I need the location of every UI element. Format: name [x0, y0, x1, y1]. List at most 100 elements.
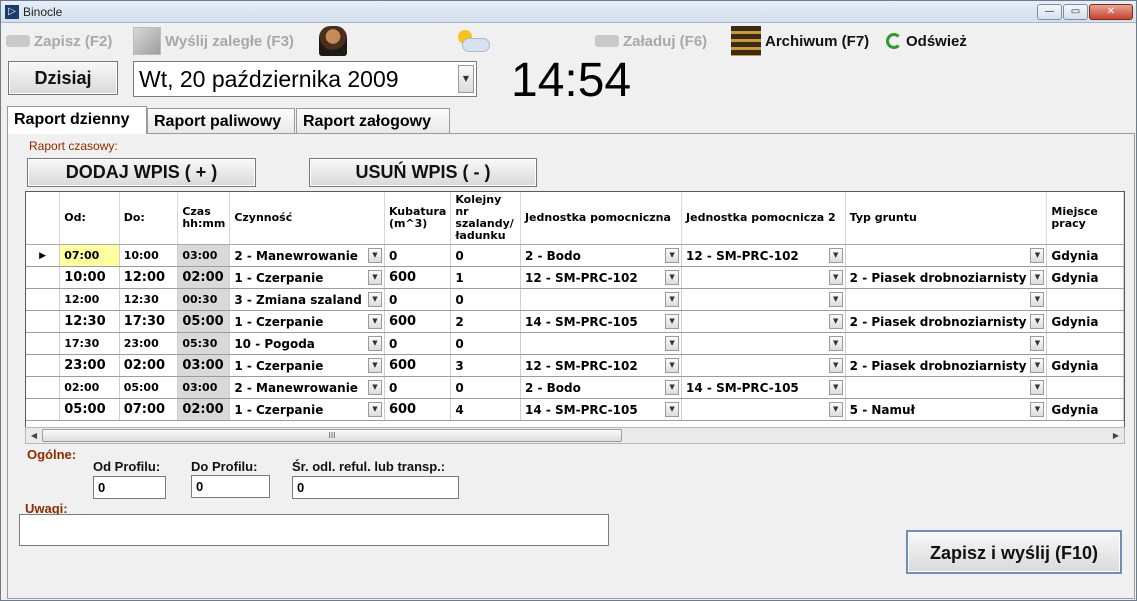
remove-entry-button[interactable]: USUŃ WPIS ( - ) [309, 158, 537, 187]
cell-od[interactable]: 05:00 [59, 398, 120, 421]
add-entry-button[interactable]: DODAJ WPIS ( + ) [27, 158, 256, 187]
chevron-down-icon[interactable]: ▼ [1030, 358, 1045, 373]
col-header-jednostka2[interactable]: Jednostka pomocnicza 2 [681, 192, 846, 245]
chevron-down-icon[interactable]: ▼ [1030, 292, 1045, 307]
cell-od[interactable]: 02:00 [59, 376, 120, 399]
do-profilu-input[interactable]: 0 [191, 475, 270, 498]
chevron-down-icon[interactable]: ▼ [367, 248, 382, 263]
col-header-kubatura[interactable]: Kubatura (m^3) [384, 192, 452, 245]
cell-typ[interactable]: 2 - Piasek drobnoziarnisty ▼ [845, 266, 1048, 289]
table-row[interactable]: 10:00 12:00 02:00 1 - Czerpanie ▼ 600 1 12 - SM… [26, 266, 1124, 289]
table-row[interactable]: 17:30 23:00 05:30 10 - Pogoda ▼ 0 0 ▼ ▼ ▼ [26, 332, 1124, 355]
cell-miejsce[interactable]: Gdynia [1046, 244, 1124, 267]
row-header[interactable] [26, 354, 61, 377]
user-avatar[interactable] [319, 24, 351, 58]
row-header[interactable] [26, 310, 61, 333]
cell-czynnosc[interactable]: 1 - Czerpanie ▼ [229, 354, 385, 377]
chevron-down-icon[interactable]: ▼ [828, 248, 843, 263]
cell-jedn2[interactable]: ▼ [681, 310, 846, 333]
cell-miejsce[interactable] [1046, 288, 1124, 311]
weather-button[interactable] [456, 24, 492, 58]
row-header[interactable] [26, 398, 61, 421]
chevron-down-icon[interactable]: ▼ [665, 292, 680, 307]
cell-jedn1[interactable]: ▼ [520, 288, 683, 311]
cell-kolejny[interactable]: 0 [450, 332, 521, 355]
cell-miejsce[interactable] [1046, 332, 1124, 355]
cell-kolejny[interactable]: 1 [450, 266, 521, 289]
cell-kubatura[interactable]: 0 [384, 288, 452, 311]
cell-miejsce[interactable]: Gdynia [1046, 266, 1124, 289]
chevron-down-icon[interactable]: ▼ [828, 270, 843, 285]
cell-kubatura[interactable]: 0 [384, 244, 452, 267]
cell-do[interactable]: 12:00 [119, 266, 179, 289]
cell-do[interactable]: 23:00 [119, 332, 179, 355]
tab-crew-report[interactable]: Raport załogowy [296, 108, 450, 134]
cell-typ[interactable]: 5 - Namuł ▼ [845, 398, 1048, 421]
chevron-down-icon[interactable]: ▼ [367, 358, 382, 373]
cell-kubatura[interactable]: 600 [384, 354, 452, 377]
chevron-down-icon[interactable]: ▼ [828, 380, 843, 395]
cell-miejsce[interactable]: Gdynia [1046, 354, 1124, 377]
chevron-down-icon[interactable]: ▼ [665, 380, 680, 395]
cell-od[interactable]: 17:30 [59, 332, 120, 355]
chevron-down-icon[interactable]: ▼ [1030, 336, 1045, 351]
cell-typ[interactable]: 2 - Piasek drobnoziarnisty ▼ [845, 354, 1048, 377]
chevron-down-icon[interactable]: ▼ [1030, 270, 1045, 285]
cell-kolejny[interactable]: 0 [450, 288, 521, 311]
table-row[interactable]: 12:00 12:30 00:30 3 - Zmiana szaland ▼ 0 0 ▼ ▼ ▼ [26, 288, 1124, 311]
chevron-down-icon[interactable]: ▼ [1030, 314, 1045, 329]
chevron-down-icon[interactable]: ▼ [367, 314, 382, 329]
cell-czas[interactable]: 00:30 [177, 288, 231, 311]
cell-jedn1[interactable]: ▼ [520, 332, 683, 355]
cell-kolejny[interactable]: 2 [450, 310, 521, 333]
cell-jedn1[interactable]: 14 - SM-PRC-105 ▼ [520, 398, 683, 421]
cell-do[interactable]: 17:30 [119, 310, 179, 333]
cell-jedn2[interactable]: ▼ [681, 354, 846, 377]
chevron-down-icon[interactable]: ▼ [828, 292, 843, 307]
date-picker[interactable]: Wt, 20 października 2009 ▼ [133, 61, 477, 97]
cell-do[interactable]: 02:00 [119, 354, 179, 377]
chevron-down-icon[interactable]: ▼ [367, 336, 382, 351]
save-and-send-button[interactable]: Zapisz i wyślij (F10) [906, 530, 1122, 574]
row-header[interactable] [26, 332, 61, 355]
cell-kubatura[interactable]: 0 [384, 376, 452, 399]
cell-jedn2[interactable]: ▼ [681, 266, 846, 289]
cell-czynnosc[interactable]: 1 - Czerpanie ▼ [229, 310, 385, 333]
close-button[interactable]: ✕ [1089, 4, 1133, 20]
chevron-down-icon[interactable]: ▼ [828, 336, 843, 351]
minimize-button[interactable]: — [1037, 4, 1062, 20]
chevron-down-icon[interactable]: ▼ [367, 380, 382, 395]
col-header-od[interactable]: Od: [59, 192, 120, 245]
sr-odl-input[interactable]: 0 [292, 476, 459, 499]
title-bar[interactable]: ▷ Binocle — ▭ ✕ [1, 1, 1136, 23]
cell-typ[interactable]: 2 - Piasek drobnoziarnisty ▼ [845, 310, 1048, 333]
table-row[interactable]: 23:00 02:00 03:00 1 - Czerpanie ▼ 600 3 12 - SM… [26, 354, 1124, 377]
cell-czynnosc[interactable]: 3 - Zmiana szaland ▼ [229, 288, 385, 311]
chevron-down-icon[interactable]: ▼ [828, 314, 843, 329]
cell-kubatura[interactable]: 0 [384, 332, 452, 355]
chevron-down-icon[interactable]: ▼ [367, 292, 382, 307]
cell-czas[interactable]: 02:00 [177, 266, 231, 289]
row-header[interactable] [26, 376, 61, 399]
cell-jedn2[interactable]: ▼ [681, 398, 846, 421]
col-header-miejsce[interactable]: Miejsce pracy [1046, 192, 1124, 245]
cell-miejsce[interactable] [1046, 376, 1124, 399]
today-button[interactable]: Dzisiaj [8, 61, 118, 95]
cell-czas[interactable]: 02:00 [177, 398, 231, 421]
chevron-down-icon[interactable]: ▼ [665, 402, 680, 417]
cell-czynnosc[interactable]: 1 - Czerpanie ▼ [229, 266, 385, 289]
chevron-down-icon[interactable]: ▼ [665, 336, 680, 351]
row-header[interactable] [26, 266, 61, 289]
cell-do[interactable]: 07:00 [119, 398, 179, 421]
cell-typ[interactable]: ▼ [845, 332, 1048, 355]
send-pending-button[interactable]: Wyślij zaległe (F3) [133, 24, 294, 58]
table-row[interactable]: 05:00 07:00 02:00 1 - Czerpanie ▼ 600 4 14 - SM… [26, 398, 1124, 421]
time-report-grid[interactable]: Od: Do: Czas hh:mm Czynność Kubatura (m^… [25, 191, 1125, 442]
cell-czynnosc[interactable]: 2 - Manewrowanie ▼ [229, 376, 385, 399]
cell-jedn1[interactable]: 12 - SM-PRC-102 ▼ [520, 266, 683, 289]
remarks-textarea[interactable] [19, 514, 609, 546]
chevron-down-icon[interactable]: ▼ [828, 402, 843, 417]
cell-kolejny[interactable]: 4 [450, 398, 521, 421]
cell-jedn1[interactable]: 14 - SM-PRC-105 ▼ [520, 310, 683, 333]
scroll-left-icon[interactable]: ◀ [27, 429, 41, 442]
